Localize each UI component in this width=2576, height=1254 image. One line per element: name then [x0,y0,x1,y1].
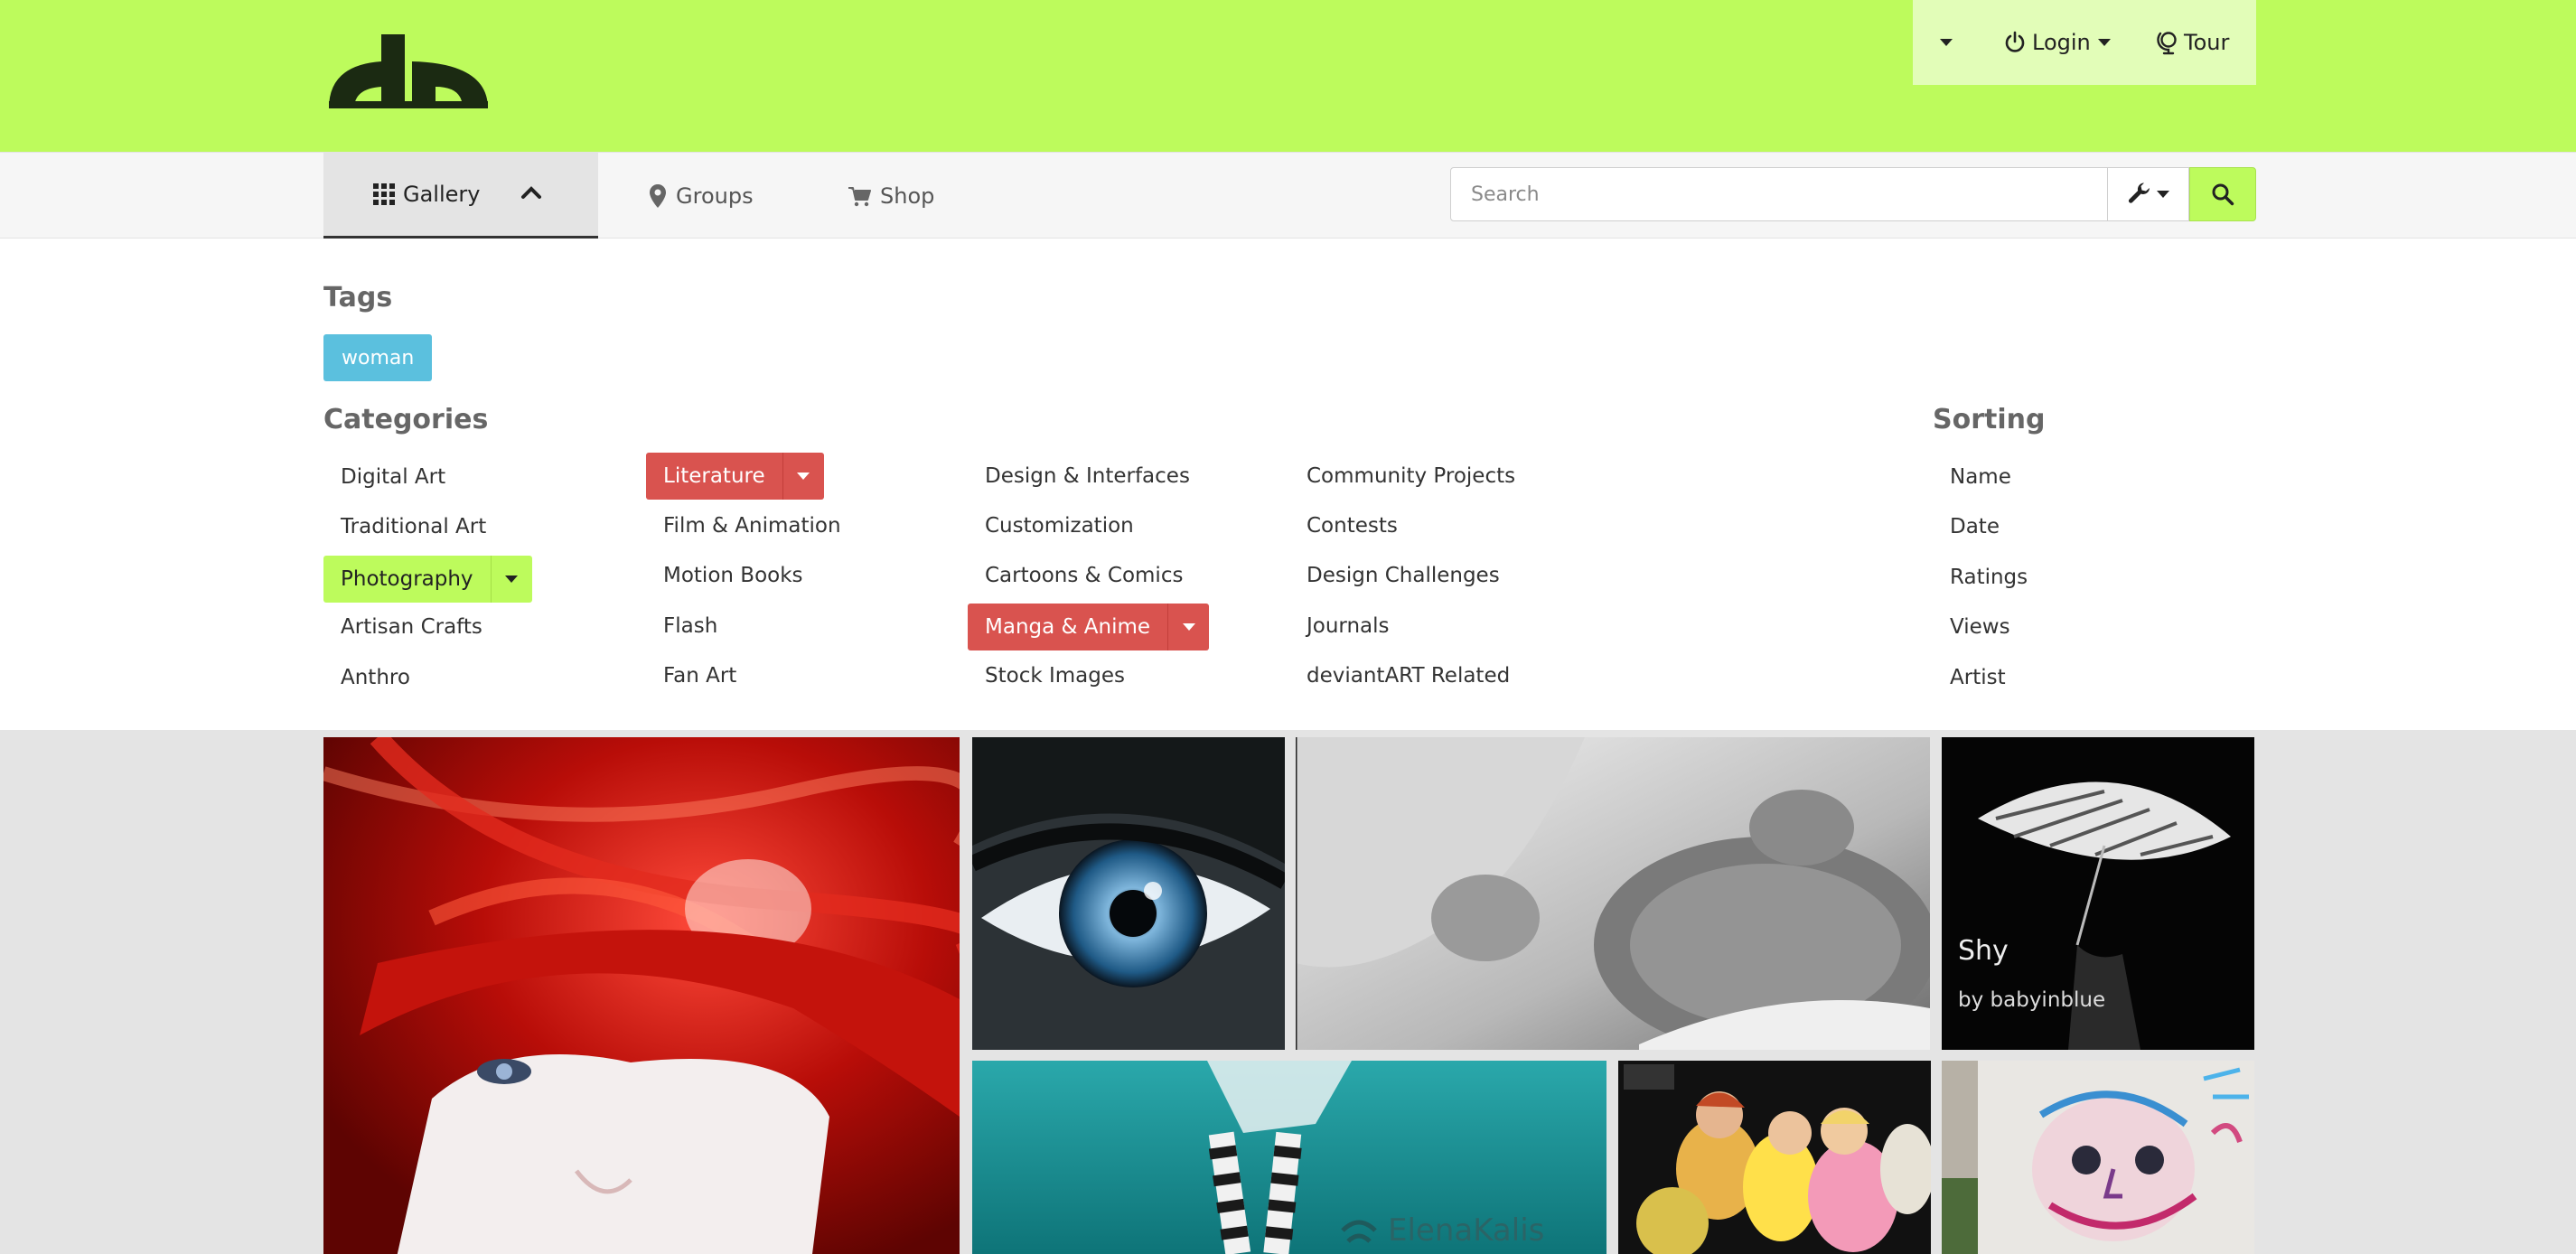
category-deviantart-related[interactable]: deviantART Related [1307,664,1510,688]
gallery-thumb-graffiti[interactable] [1942,1061,2254,1254]
category-manga-anime-button[interactable]: Manga & Anime [968,604,1210,650]
user-menu: Login Tour [1913,0,2256,85]
sort-views[interactable]: Views [1950,615,2010,639]
princess-group-image [1618,1061,1931,1254]
category-design-challenges[interactable]: Design Challenges [1307,564,1500,587]
tags-heading: Tags [323,282,393,314]
power-icon [2005,31,2025,52]
category-cartoons-comics[interactable]: Cartoons & Comics [985,564,1183,587]
account-dropdown-button[interactable] [1940,0,1953,85]
red-hair-portrait-image [323,737,960,1254]
watermark-text: ElenaKalis [1388,1212,1545,1249]
category-film-animation[interactable]: Film & Animation [663,514,841,538]
category-artisan-crafts[interactable]: Artisan Crafts [341,615,482,639]
category-flash[interactable]: Flash [663,614,717,638]
login-label: Login [2032,30,2091,55]
gallery-thumb-princesses[interactable] [1618,1061,1931,1254]
caret-down-icon [1940,39,1953,46]
map-marker-icon [650,183,666,208]
category-fan-art[interactable]: Fan Art [663,664,736,688]
top-bar: Login Tour [0,0,2576,152]
login-button[interactable]: Login [2003,0,2111,85]
caret-down-icon [2097,39,2111,46]
category-design-interfaces[interactable]: Design & Interfaces [985,464,1190,488]
category-stock-images[interactable]: Stock Images [985,664,1125,688]
gallery-thumb-shy[interactable]: Shy by babyinblue [1942,737,2254,1050]
chevron-up-icon[interactable] [520,183,542,200]
deviantart-logo[interactable] [323,33,493,112]
caret-down-icon [1182,623,1195,631]
gallery-thumb-red-hair[interactable] [323,737,960,1254]
category-traditional-art[interactable]: Traditional Art [341,515,486,538]
blue-eye-image [972,737,1285,1050]
main-nav: Gallery Groups Shop [0,152,2576,239]
category-motion-books[interactable]: Motion Books [663,564,803,587]
gallery-thumb-blue-eye[interactable] [972,737,1285,1050]
tab-gallery[interactable]: Gallery [323,153,598,239]
category-literature-button[interactable]: Literature [646,453,824,500]
tour-button[interactable]: Tour [2157,0,2229,85]
category-community-projects[interactable]: Community Projects [1307,464,1515,488]
caret-down-icon [2156,191,2169,198]
photography-dropdown-toggle[interactable] [490,556,532,603]
category-digital-art[interactable]: Digital Art [341,465,445,489]
tab-shop-label: Shop [880,182,935,209]
categories-heading: Categories [323,404,489,435]
cart-icon [848,186,871,206]
tab-groups[interactable]: Groups [649,153,754,239]
globe-icon [2157,32,2177,55]
tour-label: Tour [2184,30,2230,55]
category-literature[interactable]: Literature [646,453,782,500]
search-icon [2212,183,2234,206]
grid-icon [373,183,395,205]
gallery-thumb-kitten[interactable] [1296,737,1930,1050]
category-manga-anime[interactable]: Manga & Anime [968,604,1168,650]
search-input[interactable] [1450,167,2108,221]
sort-artist[interactable]: Artist [1950,666,2006,689]
tag-woman[interactable]: woman [323,334,433,381]
gallery-thumb-underwater[interactable]: ElenaKalis [972,1061,1606,1254]
tab-groups-label: Groups [676,182,754,209]
manga-anime-dropdown-toggle[interactable] [1167,604,1210,650]
sort-date[interactable]: Date [1950,515,2000,538]
tab-gallery-label: Gallery [403,182,481,207]
category-contests[interactable]: Contests [1307,514,1398,538]
category-anthro[interactable]: Anthro [341,666,410,689]
caret-down-icon [505,576,519,583]
kitten-sleeping-image [1296,737,1930,1050]
literature-dropdown-toggle[interactable] [782,453,824,500]
thumb-title[interactable]: Shy [1958,935,2009,967]
graffiti-face-image [1942,1061,2254,1254]
sorting-heading: Sorting [1933,404,2046,435]
caret-down-icon [797,473,810,480]
category-photography-button[interactable]: Photography [323,556,532,603]
category-customization[interactable]: Customization [985,514,1134,538]
search-button[interactable] [2189,167,2256,221]
category-journals[interactable]: Journals [1307,614,1390,638]
category-photography[interactable]: Photography [323,556,491,603]
wrench-icon [2128,182,2150,203]
thumb-byline[interactable]: by babyinblue [1958,988,2105,1012]
sort-name[interactable]: Name [1950,465,2011,489]
gallery-grid: Shy by babyinblue ElenaKalis [0,730,2576,1254]
tab-shop[interactable]: Shop [848,153,934,239]
search-bar [1450,167,2256,221]
search-options-button[interactable] [2108,167,2189,221]
sort-ratings[interactable]: Ratings [1950,566,2028,589]
